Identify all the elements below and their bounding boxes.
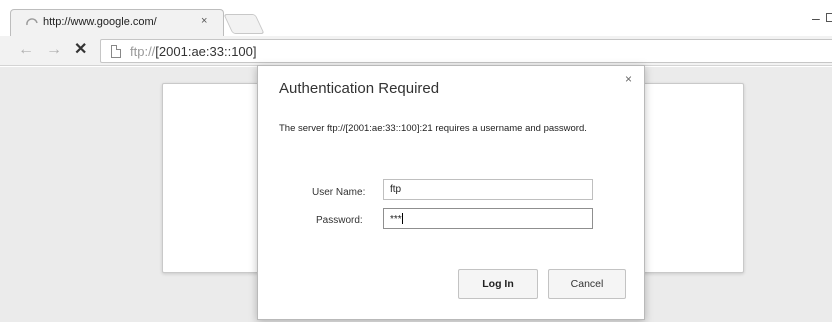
username-field[interactable]: ftp <box>383 179 593 200</box>
page-icon <box>111 45 121 58</box>
text-caret <box>401 213 403 224</box>
new-tab-button[interactable] <box>223 14 265 34</box>
username-value: ftp <box>390 184 402 195</box>
stop-loading-icon[interactable]: ✕ <box>74 40 87 60</box>
password-value: *** <box>390 214 402 225</box>
dialog-close-icon[interactable]: × <box>625 72 632 86</box>
address-host: [2001:ae:33::100] <box>155 44 257 59</box>
address-text: ftp://[2001:ae:33::100] <box>130 44 257 59</box>
log-in-button[interactable]: Log In <box>458 269 538 299</box>
dialog-message: The server ftp://[2001:ae:33::100]:21 re… <box>279 123 587 134</box>
minimize-icon[interactable]: – <box>812 10 820 26</box>
tab-close-icon[interactable]: × <box>201 15 207 27</box>
address-bar[interactable]: ftp://[2001:ae:33::100] <box>100 39 832 63</box>
tab-title: http://www.google.com/ <box>43 16 157 28</box>
restore-icon[interactable] <box>826 13 832 22</box>
loading-spinner-icon <box>26 18 38 26</box>
back-arrow-icon[interactable]: ← <box>18 40 34 60</box>
username-label: User Name: <box>312 187 366 198</box>
password-label: Password: <box>316 215 363 226</box>
browser-toolbar: ← → ✕ ftp://[2001:ae:33::100] <box>0 36 832 66</box>
authentication-dialog: Authentication Required × The server ftp… <box>257 65 645 320</box>
cancel-button[interactable]: Cancel <box>548 269 626 299</box>
dialog-title: Authentication Required <box>279 80 440 97</box>
address-scheme: ftp:// <box>130 44 156 59</box>
browser-tab[interactable]: http://www.google.com/ × <box>10 9 224 36</box>
password-field[interactable]: *** <box>383 208 593 229</box>
forward-arrow-icon[interactable]: → <box>46 40 62 60</box>
tab-strip: http://www.google.com/ × – <box>0 0 832 36</box>
